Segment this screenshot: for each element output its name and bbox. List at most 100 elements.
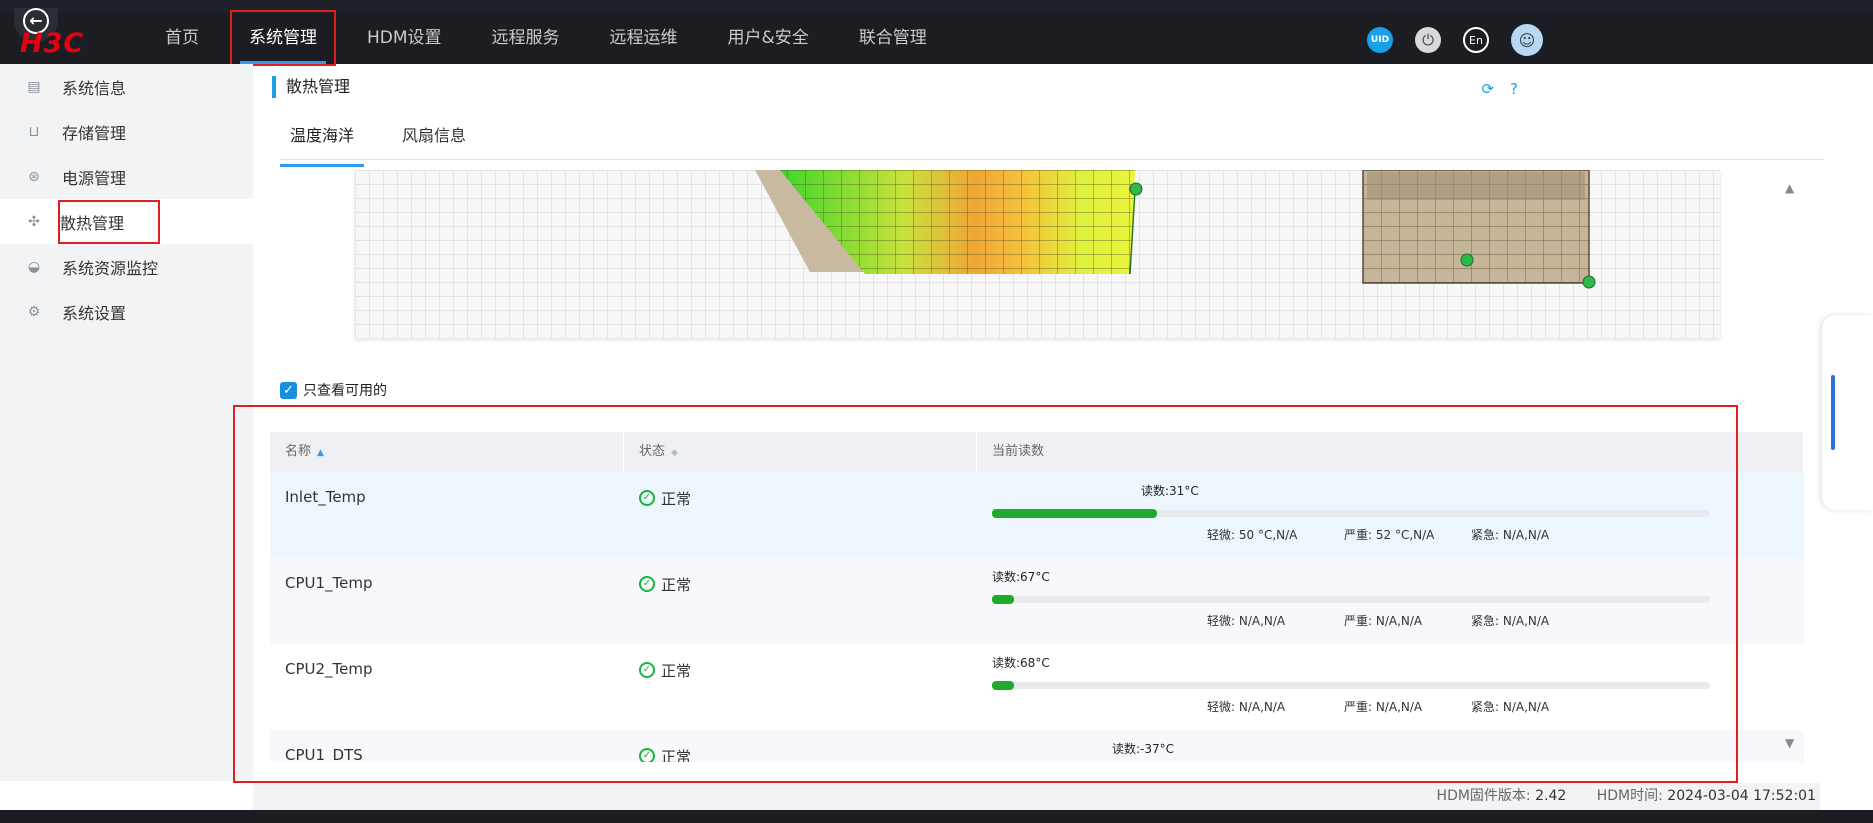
reading-bar-fill [992,681,1014,690]
table-row: Inlet_Temp ✓ 正常 读数:31°C 轻微: 50 °C,N/A 严重:… [270,472,1804,558]
threshold-critical: 紧急: N/A,N/A [1471,614,1550,628]
reading-bar-fill [992,509,1158,518]
column-header-name[interactable]: 名称 ▲ [270,432,624,472]
probe-point [1460,253,1474,267]
tab-bar: 温度海洋 风扇信息 [280,120,1825,167]
refresh-icon[interactable]: ⟳ [1481,80,1494,98]
sensor-name: CPU1_Temp [285,574,373,592]
sidebar-item-label: 存储管理 [62,123,127,143]
table-header: 名称 ▲ 状态 ◆ 当前读数 [270,432,1804,472]
nav-remote-ops[interactable]: 远程运维 [593,12,695,64]
reading-value: 读数:67°C [992,570,1050,584]
board-right-components [1367,172,1585,200]
checkbox-label: 只查看可用的 [303,383,387,399]
scroll-up-icon[interactable]: ▲ [1785,181,1794,195]
sensor-status: ✓ 正常 [624,472,977,558]
sensor-status: ✓ 正常 [624,558,977,644]
sort-icon[interactable]: ◆ [671,448,678,458]
sidebar-item-label: 系统设置 [62,303,127,323]
threshold-major: 严重: 52 °C,N/A [1344,528,1435,542]
nav-federated-management[interactable]: 联合管理 [842,12,944,64]
bottom-bar [0,810,1873,823]
sensor-reading: 读数:68°C 轻微: N/A,N/A 严重: N/A,N/A 紧急: N/A,… [977,644,1804,730]
available-only-filter[interactable]: ✓ 只查看可用的 [280,380,387,400]
nav-system-management[interactable]: 系统管理 [230,10,336,66]
column-header-reading: 当前读数 [977,432,1804,472]
sidebar: ▤ 系统信息 ⊔ 存储管理 ⊛ 电源管理 ✣ 散热管理 ◒ 系统资源监控 ⚙ 系… [0,64,253,781]
main-nav: 首页 系统管理 HDM设置 远程服务 远程运维 用户&安全 联合管理 [148,10,960,66]
threshold-minor: 轻微: 50 °C,N/A [1207,528,1298,542]
power-icon[interactable]: ⏻ [1415,27,1441,53]
sensor-reading: 读数:67°C 轻微: N/A,N/A 严重: N/A,N/A 紧急: N/A,… [977,558,1804,644]
sidebar-item-cooling[interactable]: ✣ 散热管理 [0,199,253,244]
check-circle-icon: ✓ [639,490,655,506]
header-actions: UID ⏻ En ☺ [1345,24,1543,56]
tab-fan-info[interactable]: 风扇信息 [392,120,476,159]
status-text: 正常 [661,748,692,762]
reading-value: 读数:68°C [992,656,1050,670]
status-text: 正常 [661,490,692,508]
sidebar-item-system-settings[interactable]: ⚙ 系统设置 [0,289,253,334]
sensor-name: CPU2_Temp [285,660,373,678]
reading-bar [992,595,1710,604]
firmware-version-value: 2.42 [1535,788,1567,804]
reading-bar [992,681,1710,690]
column-header-status[interactable]: 状态 ◆ [624,432,977,472]
gear-icon: ⚙ [27,303,41,320]
hdm-time-value: 2024-03-04 17:52:01 [1667,788,1816,804]
scroll-down-icon[interactable]: ▼ [1785,736,1794,750]
user-avatar[interactable]: ☺ [1511,24,1543,56]
check-circle-icon: ✓ [639,662,655,678]
status-text: 正常 [661,662,692,680]
panel-indicator [1831,375,1835,450]
content-actions: ⟳ ? [1465,80,1518,98]
nav-user-security[interactable]: 用户&安全 [711,12,826,64]
threshold-minor: 轻微: N/A,N/A [1207,614,1286,628]
heatmap-graphic [755,170,1596,289]
table-row: CPU1_Temp ✓ 正常 读数:67°C 轻微: N/A,N/A 严重: N/… [270,558,1804,644]
sidebar-item-resource-monitor[interactable]: ◒ 系统资源监控 [0,244,253,289]
help-icon[interactable]: ? [1510,80,1518,98]
reading-bar-fill [992,595,1014,604]
nav-home[interactable]: 首页 [148,12,216,64]
side-float-panel [1822,315,1873,510]
sidebar-item-storage[interactable]: ⊔ 存储管理 [0,109,253,154]
table-row: CPU2_Temp ✓ 正常 读数:68°C 轻微: N/A,N/A 严重: N/… [270,644,1804,730]
status-footer: HDM固件版本: 2.42 HDM时间: 2024-03-04 17:52:01 [253,783,1820,810]
probe-point [1129,182,1143,196]
check-circle-icon: ✓ [639,576,655,592]
status-text: 正常 [661,576,692,594]
gauge-icon: ◒ [27,258,41,275]
check-circle-icon: ✓ [639,748,655,762]
nav-hdm-settings[interactable]: HDM设置 [350,12,459,64]
threshold-critical: 紧急: N/A,N/A [1471,700,1550,714]
uid-button[interactable]: UID [1367,27,1393,53]
threshold-major: 严重: N/A,N/A [1344,614,1423,628]
threshold-minor: 轻微: N/A,N/A [1207,700,1286,714]
sidebar-item-label: 系统资源监控 [62,258,159,278]
sensor-table: 名称 ▲ 状态 ◆ 当前读数 Inlet_Temp ✓ 正常 读数:31°C 轻微: … [270,432,1804,762]
sensor-reading: 读数:-37°C [977,730,1804,762]
threshold-critical: 紧急: N/A,N/A [1471,528,1550,542]
sidebar-item-power[interactable]: ⊛ 电源管理 [0,154,253,199]
column-label: 当前读数 [992,444,1045,459]
sensor-reading: 读数:31°C 轻微: 50 °C,N/A 严重: 52 °C,N/A 紧急: … [977,472,1804,558]
sidebar-item-system-info[interactable]: ▤ 系统信息 [0,64,253,109]
window-top-strip [0,0,1873,12]
sensor-name: CPU1_DTS [285,746,363,762]
probe-point [1582,275,1596,289]
h3c-logo: H3C [20,28,85,59]
sidebar-item-label: 散热管理 [57,199,161,244]
sensor-status: ✓ 正常 [624,644,977,730]
column-label: 状态 [639,444,666,459]
nav-remote-service[interactable]: 远程服务 [475,12,577,64]
sort-icon[interactable]: ▲ [317,448,324,458]
top-header: ← H3C 首页 系统管理 HDM设置 远程服务 远程运维 用户&安全 联合管理… [0,8,1873,66]
power-icon: ⊛ [28,168,40,185]
threshold-major: 严重: N/A,N/A [1344,700,1423,714]
firmware-version-label: HDM固件版本: [1436,788,1531,804]
language-button[interactable]: En [1463,27,1489,53]
checkbox-checked-icon[interactable]: ✓ [280,381,297,399]
tab-temperature-ocean[interactable]: 温度海洋 [280,120,365,167]
sensor-status: ✓ 正常 [624,730,977,762]
